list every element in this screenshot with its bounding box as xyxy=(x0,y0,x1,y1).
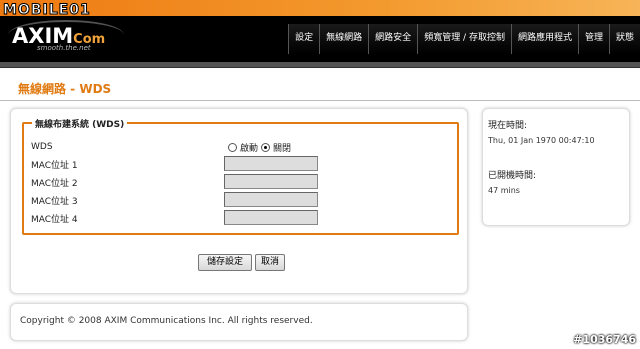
page-title: 無線網路 - WDS xyxy=(18,82,112,96)
current-time-label: 現在時間: xyxy=(488,121,528,131)
header: MOBILE01 AXIMCom smooth.the.net 設定 無線網路 … xyxy=(0,0,640,62)
logo-tagline: smooth.the.net xyxy=(37,44,91,52)
mac1-input[interactable] xyxy=(224,156,318,171)
current-time-value: Thu, 01 Jan 1970 00:47:10 xyxy=(488,136,595,145)
wds-radio-group: 啟動 關閉 xyxy=(228,141,291,154)
header-orange-strip xyxy=(0,0,640,16)
uptime-value: 47 mins xyxy=(488,186,520,195)
mac2-input[interactable] xyxy=(224,174,318,189)
nav-applications[interactable]: 網路應用程式 xyxy=(510,24,578,54)
wds-enable-radio[interactable] xyxy=(228,143,237,152)
copyright-text: Copyright © 2008 AXIM Communications Inc… xyxy=(20,316,313,326)
wds-legend: 無線布建系統 (WDS) xyxy=(32,117,128,130)
post-id-watermark: #1036746 xyxy=(573,333,636,346)
nav-settings[interactable]: 設定 xyxy=(288,24,320,54)
mobile01-watermark: MOBILE01 xyxy=(3,2,91,19)
mac3-input[interactable] xyxy=(224,192,318,207)
nav-status[interactable]: 狀態 xyxy=(608,24,640,54)
nav-management[interactable]: 管理 xyxy=(577,24,609,54)
wds-disable-label: 關閉 xyxy=(273,144,292,154)
nav-security[interactable]: 網路安全 xyxy=(368,24,418,54)
mac4-input[interactable] xyxy=(224,210,318,225)
wds-label: WDS xyxy=(31,142,53,152)
wds-disable-radio[interactable] xyxy=(261,143,271,152)
wds-enable-label: 啟動 xyxy=(240,144,259,154)
mac1-label: MAC位址 1 xyxy=(31,161,78,171)
nav-wireless[interactable]: 無線網路 xyxy=(319,24,369,54)
main-nav: 設定 無線網路 網路安全 頻寬管理 / 存取控制 網路應用程式 管理 狀態 xyxy=(288,24,640,54)
header-divider xyxy=(0,62,640,68)
cancel-button[interactable]: 取消 xyxy=(255,254,285,271)
mac4-label: MAC位址 4 xyxy=(31,215,78,225)
nav-bandwidth-access[interactable]: 頻寬管理 / 存取控制 xyxy=(417,24,511,54)
uptime-label: 已開機時間: xyxy=(488,171,537,181)
title-divider xyxy=(0,100,640,101)
save-button[interactable]: 儲存設定 xyxy=(198,254,252,271)
mac3-label: MAC位址 3 xyxy=(31,197,78,207)
mac2-label: MAC位址 2 xyxy=(31,179,78,189)
